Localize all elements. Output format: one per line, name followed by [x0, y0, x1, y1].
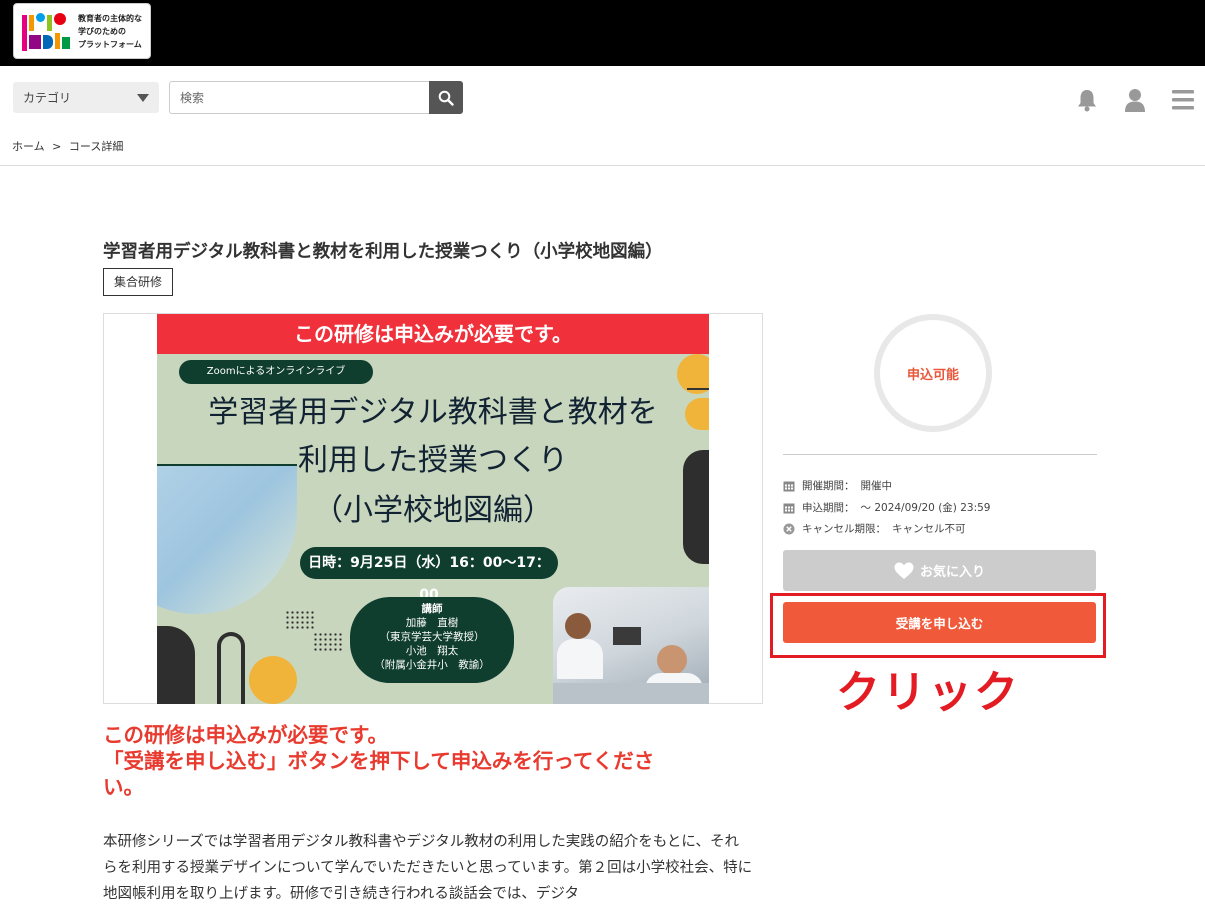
caret-down-icon — [137, 94, 149, 102]
notice-line-1: この研修は申込みが必要です。 — [103, 723, 388, 747]
course-description: 本研修シリーズでは学習者用デジタル教科書やデジタル教材の利用した実践の紹介をもと… — [103, 834, 753, 902]
breadcrumb-separator: > — [52, 140, 62, 153]
status-badge: 申込可能 — [874, 314, 992, 432]
logo-line-2: 学びのための — [78, 26, 126, 36]
deco-dots — [285, 610, 315, 630]
classroom-photo — [553, 587, 709, 704]
banner-title-line-1: 学習者用デジタル教科書と教材を — [208, 395, 658, 430]
category-dropdown[interactable]: カテゴリ — [13, 82, 159, 113]
course-banner-frame: この研修は申込みが必要です。 Zoomによるオンラインライブ 学習者用デジタル教… — [103, 313, 763, 704]
apply-course-button-label: 受講を申し込む — [895, 616, 984, 631]
deco-line — [687, 388, 709, 390]
notice-line-2: 「受講を申し込む」ボタンを押下して申込みを行ってくださ — [103, 749, 655, 773]
apply-period-value: 〜 2024/09/20 (金) 23:59 — [860, 502, 991, 514]
cancel-deadline-label: キャンセル期限： — [802, 523, 886, 535]
photo-student-head — [565, 613, 591, 639]
banner-title-line-3: （小学校地図編） — [313, 493, 553, 528]
breadcrumb-home-link[interactable]: ホーム — [12, 140, 45, 153]
top-header: 教育者の主体的な 学びのための プラットフォーム — [0, 0, 1205, 66]
banner-zoom-pill: Zoomによるオンラインライブ — [179, 360, 373, 384]
heart-icon — [894, 562, 914, 579]
header-divider — [0, 165, 1205, 166]
banner-date: 日時：9月25日（水）16：00〜17：00 — [300, 547, 558, 603]
deco-dots-2 — [313, 632, 343, 652]
lecturer-line-2: （東京学芸大学教授） — [379, 631, 485, 643]
sidebar-divider — [783, 454, 1097, 455]
navigation-bar: カテゴリ — [0, 66, 1205, 132]
logo-line-3: プラットフォーム — [78, 39, 142, 49]
deco-arch — [217, 632, 245, 704]
apply-course-button[interactable]: 受講を申し込む — [783, 602, 1096, 643]
site-logo[interactable]: 教育者の主体的な 学びのための プラットフォーム — [13, 3, 151, 59]
course-banner-image: この研修は申込みが必要です。 Zoomによるオンラインライブ 学習者用デジタル教… — [157, 314, 709, 704]
cancel-deadline-row: キャンセル期限： キャンセル不可 — [783, 521, 966, 536]
logo-tagline: 教育者の主体的な 学びのための プラットフォーム — [78, 12, 142, 51]
search-icon — [438, 90, 454, 106]
map-illustration — [157, 464, 297, 614]
apply-period-row: 申込期間： 〜 2024/09/20 (金) 23:59 — [783, 500, 990, 515]
breadcrumb: ホーム > コース詳細 — [12, 138, 123, 154]
lecturer-title: 講師 — [421, 603, 443, 615]
cancel-icon — [783, 523, 795, 534]
deco-circle-bottom — [249, 656, 297, 704]
apply-period-label: 申込期間： — [802, 502, 855, 514]
photo-student-head-2 — [657, 645, 687, 675]
application-notice: この研修は申込みが必要です。 「受講を申し込む」ボタンを押下して申込みを行ってく… — [103, 722, 654, 800]
category-dropdown-label: カテゴリ — [23, 91, 72, 105]
breadcrumb-current: コース詳細 — [68, 140, 124, 153]
lecturer-line-1: 加藤 直樹 — [405, 617, 459, 629]
photo-tablet — [613, 627, 641, 645]
event-period-value: 開催中 — [860, 480, 893, 492]
search-input[interactable] — [169, 81, 430, 114]
bell-icon[interactable] — [1076, 88, 1098, 112]
course-type-tag: 集合研修 — [103, 268, 174, 296]
search-button[interactable] — [429, 81, 463, 114]
logo-mark-icon — [20, 9, 72, 53]
click-annotation: クリック — [836, 667, 1020, 718]
deco-block — [157, 626, 195, 704]
banner-lecturer-box: 講師 加藤 直樹 （東京学芸大学教授） 小池 翔太 （附属小金井小 教諭） — [350, 597, 514, 683]
calendar-icon — [783, 481, 795, 491]
photo-desk — [553, 683, 709, 704]
banner-title-line-2: 利用した授業つくり — [298, 443, 568, 478]
notice-line-3: い。 — [103, 775, 144, 799]
event-period-label: 開催期間： — [802, 480, 855, 492]
logo-line-1: 教育者の主体的な — [78, 13, 142, 23]
photo-student-body — [557, 639, 603, 679]
lecturer-line-3: 小池 翔太 — [405, 645, 459, 657]
calendar-icon — [783, 503, 795, 513]
status-label: 申込可能 — [906, 367, 959, 383]
favorite-button-label: お気に入り — [919, 565, 985, 580]
user-icon[interactable] — [1124, 88, 1146, 112]
event-period-row: 開催期間： 開催中 — [783, 478, 892, 493]
cancel-deadline-value: キャンセル不可 — [892, 523, 966, 535]
favorite-button[interactable]: お気に入り — [783, 550, 1096, 591]
hamburger-menu-icon[interactable] — [1172, 90, 1194, 110]
banner-header: この研修は申込みが必要です。 — [157, 314, 709, 354]
lecturer-line-4: （附属小金井小 教諭） — [374, 659, 490, 671]
course-title: 学習者用デジタル教科書と教材を利用した授業つくり（小学校地図編） — [103, 242, 663, 262]
